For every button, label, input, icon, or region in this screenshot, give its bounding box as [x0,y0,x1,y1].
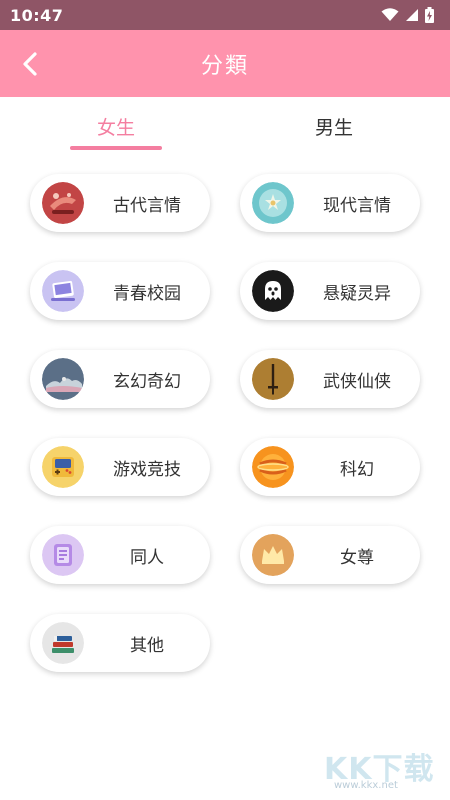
watermark-logo: KK下载 www.kkx.net [322,744,442,794]
back-button[interactable] [14,48,46,80]
category-ancient-romance[interactable]: 古代言情 [30,174,210,232]
campus-icon [42,270,84,312]
fanfic-icon [42,534,84,576]
ancient-romance-icon [42,182,84,224]
category-fantasy[interactable]: 玄幻奇幻 [30,350,210,408]
category-modern-romance[interactable]: 现代言情 [240,174,420,232]
planet-icon [252,446,294,488]
battery-charging-icon [425,7,434,23]
category-gaming[interactable]: 游戏竞技 [30,438,210,496]
books-icon [42,622,84,664]
wifi-icon [381,8,399,21]
fantasy-icon [42,358,84,400]
signal-icon [406,9,418,21]
tab-male[interactable]: 男生 [254,97,414,155]
category-label: 游戏竞技 [113,459,181,480]
sword-icon [252,358,294,400]
watermark-url: www.kkx.net [334,780,398,791]
status-bar: 10:47 [0,0,450,30]
category-scifi[interactable]: 科幻 [240,438,420,496]
category-fanfic[interactable]: 同人 [30,526,210,584]
app-bar: 分類 [0,30,450,97]
category-other[interactable]: 其他 [30,614,210,672]
page-title: 分類 [200,53,249,79]
ghost-icon [252,270,294,312]
category-wuxia[interactable]: 武侠仙侠 [240,350,420,408]
category-label: 青春校园 [113,283,181,304]
category-mystery[interactable]: 悬疑灵异 [240,262,420,320]
category-label: 悬疑灵异 [323,283,391,304]
category-female-dominant[interactable]: 女尊 [240,526,420,584]
game-console-icon [42,446,84,488]
category-label: 玄幻奇幻 [113,371,181,392]
gender-tabs: 女生 男生 [0,97,450,155]
status-icons [381,7,434,23]
status-time: 10:47 [10,5,64,25]
category-label: 现代言情 [323,195,391,216]
category-campus[interactable]: 青春校园 [30,262,210,320]
tab-indicator [70,146,162,150]
category-label: 其他 [130,635,164,656]
category-label: 同人 [130,547,164,568]
back-arrow-icon [23,52,37,76]
modern-romance-icon [252,182,294,224]
category-label: 女尊 [340,547,374,568]
crown-icon [252,534,294,576]
category-label: 古代言情 [113,195,181,216]
category-label: 武侠仙侠 [323,371,391,392]
category-label: 科幻 [340,459,374,480]
